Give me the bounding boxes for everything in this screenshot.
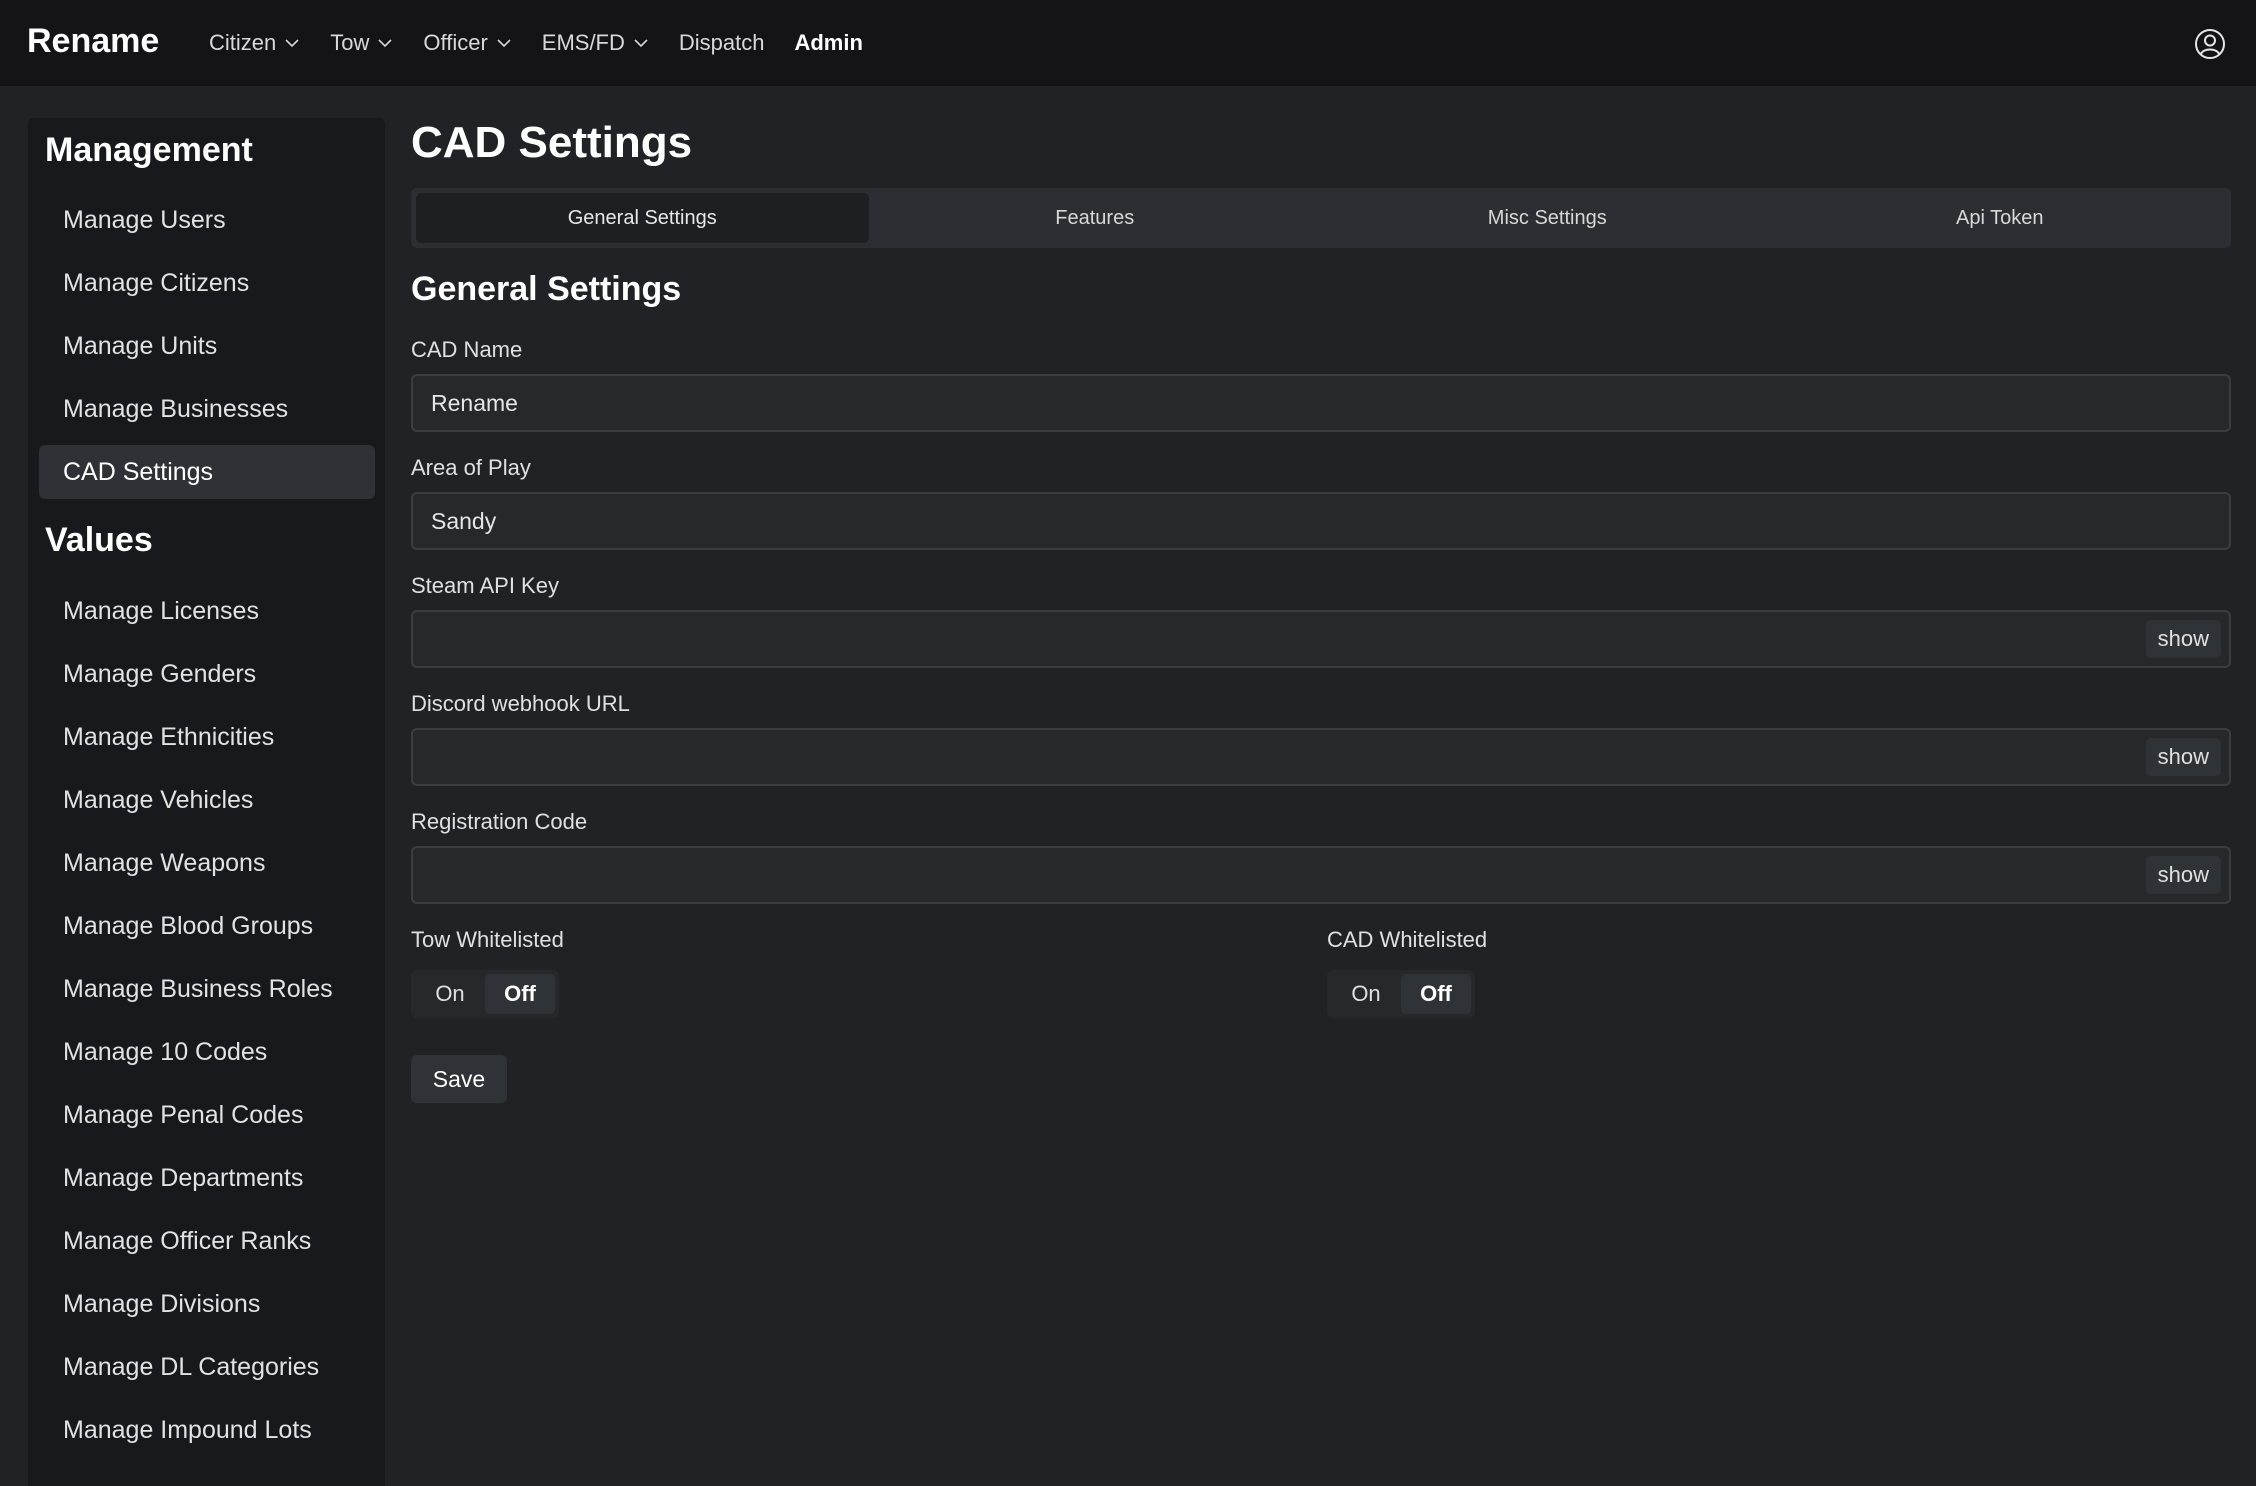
nav-links: Citizen Tow Officer EMS/FD Dispatch Admi… — [209, 0, 893, 86]
sidebar-item-manage-blood-groups[interactable]: Manage Blood Groups — [39, 899, 375, 953]
sidebar-item-manage-units[interactable]: Manage Units — [39, 319, 375, 373]
nav-link-label: Dispatch — [678, 30, 765, 55]
sidebar-item-label: Manage Vehicles — [63, 785, 254, 814]
tow-whitelisted-toggle: On Off — [411, 970, 559, 1018]
nav-citizen-dropdown[interactable]: Citizen — [209, 30, 300, 56]
sidebar-item-manage-ethnicities[interactable]: Manage Ethnicities — [39, 710, 375, 764]
sidebar-item-label: Manage Citizens — [63, 268, 250, 297]
nav-dispatch-link[interactable]: Dispatch — [679, 30, 765, 56]
sidebar-item-label: Manage Units — [63, 331, 218, 360]
sidebar-item-cad-settings[interactable]: CAD Settings — [39, 445, 375, 499]
tab-general-settings[interactable]: General Settings — [416, 193, 869, 243]
tab-features[interactable]: Features — [869, 193, 1322, 243]
nav-tow-dropdown[interactable]: Tow — [330, 30, 393, 56]
sidebar-item-manage-businesses[interactable]: Manage Businesses — [39, 382, 375, 436]
discord-webhook-input[interactable]: show — [411, 728, 2231, 786]
tab-misc-settings[interactable]: Misc Settings — [1321, 193, 1774, 243]
sidebar-item-label: Manage Departments — [63, 1163, 304, 1192]
sidebar-item-manage-business-roles[interactable]: Manage Business Roles — [39, 962, 375, 1016]
chevron-down-icon — [497, 39, 511, 48]
cad-name-value: Rename — [431, 389, 518, 416]
cad-whitelisted-label: CAD Whitelisted — [1327, 927, 1488, 952]
sidebar-item-manage-10-codes[interactable]: Manage 10 Codes — [39, 1025, 375, 1079]
sidebar-item-manage-departments[interactable]: Manage Departments — [39, 1151, 375, 1205]
nav-link-label: Citizen — [209, 30, 277, 55]
sidebar-item-manage-dl-categories[interactable]: Manage DL Categories — [39, 1340, 375, 1394]
nav-officer-dropdown[interactable]: Officer — [423, 30, 511, 56]
save-button[interactable]: Save — [411, 1055, 507, 1103]
area-of-play-value: Sandy — [431, 507, 497, 534]
nav-link-label: Tow — [330, 30, 370, 55]
sidebar-item-manage-divisions[interactable]: Manage Divisions — [39, 1277, 375, 1331]
cad-name-input[interactable]: Rename — [411, 374, 2231, 432]
tab-api-token[interactable]: Api Token — [1774, 193, 2227, 243]
sidebar-item-label: Manage Officer Ranks — [63, 1226, 312, 1255]
settings-tabs: General Settings Features Misc Settings … — [411, 188, 2231, 248]
discord-webhook-label: Discord webhook URL — [411, 691, 630, 716]
steam-api-key-label: Steam API Key — [411, 573, 559, 598]
registration-code-show-button[interactable]: show — [2145, 856, 2221, 894]
chevron-down-icon — [378, 39, 392, 48]
sidebar-item-manage-licenses[interactable]: Manage Licenses — [39, 584, 375, 638]
steam-api-key-input[interactable]: show — [411, 610, 2231, 668]
registration-code-input[interactable]: show — [411, 846, 2231, 904]
sidebar-item-label: Manage Divisions — [63, 1289, 261, 1318]
tow-whitelisted-label: Tow Whitelisted — [411, 927, 564, 952]
sidebar-item-manage-weapons[interactable]: Manage Weapons — [39, 836, 375, 890]
page-title: CAD Settings — [411, 118, 693, 167]
steam-api-key-show-button[interactable]: show — [2145, 620, 2221, 658]
area-of-play-label: Area of Play — [411, 455, 531, 480]
cad-whitelisted-off-option[interactable]: Off — [1401, 974, 1471, 1014]
nav-admin-link[interactable]: Admin — [794, 30, 862, 56]
sidebar-item-label: Manage Blood Groups — [63, 911, 314, 940]
sidebar-item-label: Manage Businesses — [63, 394, 289, 423]
sidebar-heading-values: Values — [45, 521, 153, 559]
brand-logo[interactable]: Rename — [27, 22, 159, 61]
user-circle-icon[interactable] — [2194, 28, 2226, 60]
sidebar-item-label: Manage Genders — [63, 659, 257, 688]
sidebar-item-label: Manage Licenses — [63, 596, 259, 625]
sidebar-item-label: Manage Ethnicities — [63, 722, 275, 751]
admin-sidebar: Management Manage Users Manage Citizens … — [28, 118, 385, 1486]
chevron-down-icon — [634, 39, 648, 48]
discord-webhook-show-button[interactable]: show — [2145, 738, 2221, 776]
cad-whitelisted-on-option[interactable]: On — [1331, 974, 1401, 1014]
sidebar-item-manage-users[interactable]: Manage Users — [39, 193, 375, 247]
sidebar-item-manage-officer-ranks[interactable]: Manage Officer Ranks — [39, 1214, 375, 1268]
sidebar-item-label: CAD Settings — [63, 457, 214, 486]
sidebar-item-label: Manage Users — [63, 205, 226, 234]
nav-link-label: Officer — [423, 30, 488, 55]
sidebar-item-manage-vehicles[interactable]: Manage Vehicles — [39, 773, 375, 827]
sidebar-item-label: Manage Weapons — [63, 848, 266, 877]
sidebar-item-label: Manage Business Roles — [63, 974, 333, 1003]
nav-emsfd-dropdown[interactable]: EMS/FD — [542, 30, 649, 56]
nav-link-label: EMS/FD — [541, 30, 625, 55]
nav-link-label: Admin — [794, 30, 863, 55]
area-of-play-input[interactable]: Sandy — [411, 492, 2231, 550]
registration-code-label: Registration Code — [411, 809, 588, 834]
sidebar-item-label: Manage DL Categories — [63, 1352, 320, 1381]
sidebar-heading-management: Management — [45, 131, 253, 169]
sidebar-item-label: Manage 10 Codes — [63, 1037, 268, 1066]
cad-whitelisted-toggle: On Off — [1327, 970, 1475, 1018]
sidebar-item-manage-penal-codes[interactable]: Manage Penal Codes — [39, 1088, 375, 1142]
sidebar-item-label: Manage Impound Lots — [63, 1415, 312, 1444]
top-navbar: Rename Citizen Tow Officer EMS/FD Dispat… — [0, 0, 2256, 86]
cad-name-label: CAD Name — [411, 337, 523, 362]
sidebar-item-manage-impound-lots[interactable]: Manage Impound Lots — [39, 1403, 375, 1457]
sidebar-item-manage-citizens[interactable]: Manage Citizens — [39, 256, 375, 310]
tow-whitelisted-on-option[interactable]: On — [415, 974, 485, 1014]
section-title: General Settings — [411, 270, 682, 308]
tow-whitelisted-off-option[interactable]: Off — [485, 974, 555, 1014]
sidebar-item-label: Manage Penal Codes — [63, 1100, 304, 1129]
sidebar-item-manage-genders[interactable]: Manage Genders — [39, 647, 375, 701]
chevron-down-icon — [285, 39, 299, 48]
